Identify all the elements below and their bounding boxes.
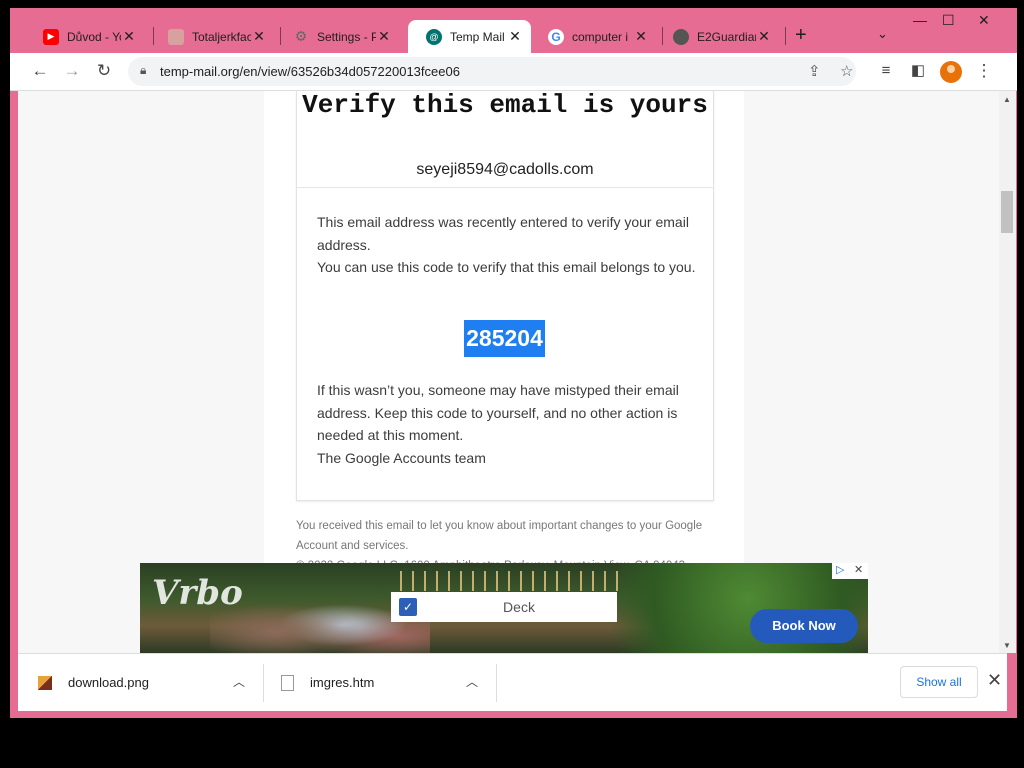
gear-icon: ⚙: [294, 28, 308, 44]
vertical-scrollbar[interactable]: ▲ ▼: [999, 91, 1016, 653]
tab-title: computer i: [572, 29, 629, 44]
tab-e2guardian[interactable]: E2Guardian ✕: [655, 20, 780, 53]
tab-divider: [785, 27, 786, 45]
close-tab-icon[interactable]: ✕: [507, 28, 523, 45]
download-divider: [496, 664, 497, 702]
tab-totaljerkfac[interactable]: Totaljerkfac ✕: [150, 20, 275, 53]
download-item[interactable]: download.png: [38, 654, 149, 711]
scroll-up-arrow-icon[interactable]: ▲: [1003, 95, 1011, 104]
browser-window: ▶ Důvod - Yo ✕ Totaljerkfac ✕ ⚙ Settings…: [10, 8, 1017, 718]
close-window-button[interactable]: ✕: [978, 12, 990, 29]
tempmail-icon: @: [426, 28, 442, 45]
email-heading: Verify this email is yours: [302, 91, 708, 120]
bookmark-star-icon[interactable]: ☆: [840, 62, 853, 80]
new-tab-button[interactable]: +: [795, 24, 807, 47]
ad-filter-label: Deck: [503, 599, 535, 615]
verification-code[interactable]: 285204: [464, 320, 545, 357]
ad-close-icon[interactable]: ✕: [854, 563, 863, 576]
download-item[interactable]: imgres.htm: [281, 654, 374, 711]
minimize-button[interactable]: —: [913, 12, 927, 28]
tab-settings[interactable]: ⚙ Settings - P ✕: [275, 20, 400, 53]
media-control-icon[interactable]: ≡: [876, 61, 896, 81]
email-address: seyeji8594@cadolls.com: [416, 161, 594, 178]
email-card: Verify this email is yours seyeji8594@ca…: [296, 91, 714, 501]
email-signature: The Google Accounts team: [317, 449, 486, 466]
email-warning: If this wasn’t you, someone may have mis…: [317, 382, 679, 443]
image-file-icon: [38, 675, 52, 690]
ad-string-lights: [400, 571, 620, 591]
close-tab-icon[interactable]: ✕: [756, 28, 772, 45]
tab-search-button[interactable]: ⌄: [877, 26, 888, 42]
download-filename: download.png: [68, 675, 149, 690]
close-download-bar-icon[interactable]: ✕: [987, 670, 1002, 691]
tab-temp-mail[interactable]: @ Temp Mail ✕: [408, 20, 531, 53]
youtube-icon: ▶: [43, 28, 59, 45]
ad-choices[interactable]: ▷ ✕: [832, 563, 868, 579]
menu-kebab-icon[interactable]: ⋮: [974, 61, 994, 81]
tab-youtube[interactable]: ▶ Důvod - Yo ✕: [25, 20, 145, 53]
tab-title: E2Guardian: [697, 29, 756, 44]
download-bar: download.png ︿ imgres.htm ︿ Show all ✕: [18, 653, 1007, 711]
tab-strip: ▶ Důvod - Yo ✕ Totaljerkfac ✕ ⚙ Settings…: [10, 8, 1017, 53]
ad-logo: Vrbo: [152, 573, 243, 613]
url-text[interactable]: temp-mail.org/en/view/63526b34d057220013…: [160, 64, 460, 79]
side-panel-icon[interactable]: ◧: [908, 61, 928, 81]
close-tab-icon[interactable]: ✕: [376, 28, 392, 45]
site-thumbnail-icon: [168, 28, 184, 45]
email-body: This email address was recently entered …: [317, 211, 697, 279]
ad-filter-chip[interactable]: ✓ Deck: [391, 592, 617, 622]
show-all-button[interactable]: Show all: [900, 666, 978, 698]
close-tab-icon[interactable]: ✕: [633, 28, 649, 45]
close-tab-icon[interactable]: ✕: [251, 28, 267, 45]
browser-toolbar: ← → ↻ 🔒︎ temp-mail.org/en/view/63526b34d…: [10, 53, 1017, 91]
tab-title: Temp Mail: [450, 29, 505, 44]
adchoices-icon[interactable]: ▷: [836, 563, 844, 576]
tab-google-search[interactable]: G computer i ✕: [530, 20, 657, 53]
profile-avatar[interactable]: [940, 61, 962, 83]
screen: ▶ Důvod - Yo ✕ Totaljerkfac ✕ ⚙ Settings…: [0, 0, 1024, 768]
share-icon[interactable]: ⇪: [808, 62, 821, 80]
page-viewport: Verify this email is yours seyeji8594@ca…: [18, 91, 999, 653]
tab-title: Důvod - Yo: [67, 29, 121, 44]
globe-icon: [673, 28, 689, 45]
email-intro-line-2: You can use this code to verify that thi…: [317, 259, 696, 275]
maximize-button[interactable]: ☐: [942, 12, 955, 29]
download-divider: [263, 664, 264, 702]
reload-button[interactable]: ↻: [94, 61, 114, 81]
ad-banner[interactable]: Vrbo ✓ Deck Book Now ▷ ✕: [140, 563, 868, 653]
tab-title: Settings - P: [317, 29, 376, 44]
document-file-icon: [281, 674, 294, 691]
chevron-up-icon[interactable]: ︿: [466, 673, 478, 690]
footer-notice: You received this email to let you know …: [296, 520, 703, 552]
email-header: Verify this email is yours seyeji8594@ca…: [297, 91, 713, 188]
address-bar[interactable]: 🔒︎ temp-mail.org/en/view/63526b34d057220…: [128, 57, 856, 86]
email-body-bottom: If this wasn’t you, someone may have mis…: [317, 379, 697, 469]
tab-title: Totaljerkfac: [192, 29, 251, 44]
chevron-up-icon[interactable]: ︿: [233, 673, 245, 690]
download-filename: imgres.htm: [310, 675, 375, 690]
back-button[interactable]: ←: [30, 61, 50, 81]
book-now-button[interactable]: Book Now: [750, 609, 858, 643]
scroll-down-arrow-icon[interactable]: ▼: [1003, 641, 1011, 650]
email-intro-line-1: This email address was recently entered …: [317, 214, 689, 253]
close-tab-icon[interactable]: ✕: [121, 28, 137, 45]
forward-button[interactable]: →: [62, 61, 82, 81]
lock-icon[interactable]: 🔒︎: [140, 63, 146, 78]
google-icon: G: [548, 28, 564, 45]
scroll-thumb[interactable]: [1001, 191, 1013, 233]
